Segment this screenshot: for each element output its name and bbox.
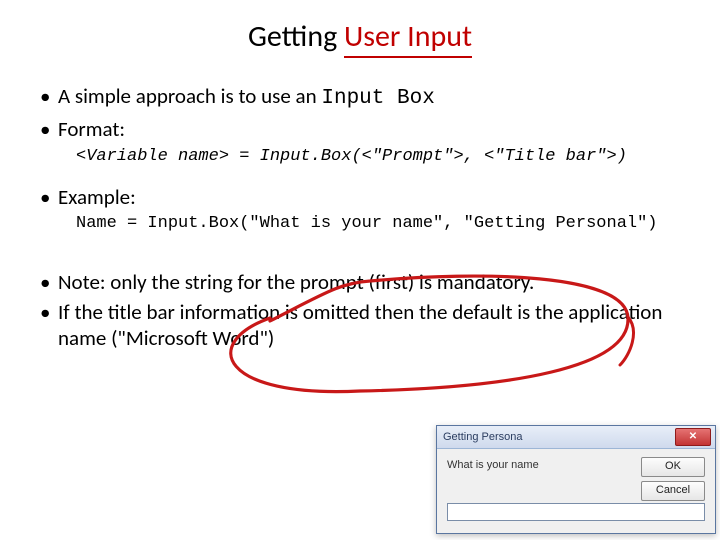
close-icon: ✕ — [689, 432, 697, 442]
bullet-1: A simple approach is to use an Input Box — [40, 83, 680, 112]
dialog-input[interactable] — [447, 503, 705, 521]
bullet-3: Example: — [40, 184, 680, 210]
dialog-titlebar: Getting Persona ✕ — [437, 426, 715, 449]
title-plain: Getting — [248, 18, 344, 55]
example-code: Name = Input.Box("What is your name", "G… — [76, 214, 680, 233]
bullet-2: Format: — [40, 116, 680, 142]
bullet-5: If the title bar information is omitted … — [40, 299, 680, 352]
format-code: <Variable name> = Input.Box(<"Prompt">, … — [76, 147, 680, 166]
close-button[interactable]: ✕ — [675, 428, 711, 446]
ok-button[interactable]: OK — [641, 457, 705, 477]
dialog-title: Getting Persona — [443, 431, 523, 443]
title-accent: User Input — [344, 18, 472, 58]
slide-title: Getting User Input — [40, 18, 680, 55]
bullet-4: Note: only the string for the prompt (fi… — [40, 269, 680, 295]
inputbox-dialog: Getting Persona ✕ What is your name OK C… — [436, 425, 716, 534]
cancel-button[interactable]: Cancel — [641, 481, 705, 501]
